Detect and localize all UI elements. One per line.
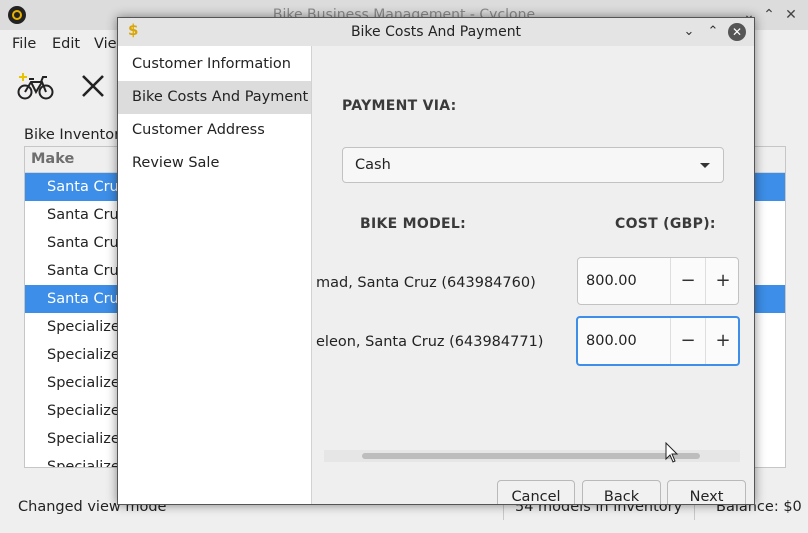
cyclone-app-icon <box>8 6 26 24</box>
cost-header: COST (GBP): <box>615 216 716 232</box>
decrement-icon[interactable]: − <box>671 258 705 304</box>
sale-dialog: Bike Costs And Payment $ ⌄ ⌃ ✕ Customer … <box>117 17 755 505</box>
scrollbar-handle[interactable] <box>362 453 700 459</box>
make-cell: Santa Cruz <box>47 291 127 307</box>
inventory-label: Bike Inventor <box>24 127 121 143</box>
make-cell: Specialized <box>47 459 130 468</box>
next-button[interactable]: Next <box>667 480 746 504</box>
make-cell: Specialized <box>47 431 130 447</box>
wizard-steps: Customer Information Bike Costs And Paym… <box>118 46 312 504</box>
dollar-icon: $ <box>128 21 139 39</box>
column-header-make[interactable]: Make <box>31 147 74 172</box>
make-cell: Specialized <box>47 403 130 419</box>
cost-value[interactable]: 800.00 <box>586 258 637 304</box>
increment-icon[interactable]: + <box>706 318 740 364</box>
make-cell: Santa Cruz <box>47 207 127 223</box>
menu-file[interactable]: File <box>12 30 36 58</box>
make-cell: Santa Cruz <box>47 235 127 251</box>
mouse-cursor-icon <box>665 441 679 468</box>
wizard-page: PAYMENT VIA: Cash BIKE MODEL: COST (GBP)… <box>312 46 754 504</box>
step-customer-address[interactable]: Customer Address <box>118 114 311 147</box>
make-cell: Specialized <box>47 347 130 363</box>
make-cell: Santa Cruz <box>47 263 127 279</box>
back-button[interactable]: Back <box>582 480 661 504</box>
step-customer-information[interactable]: Customer Information <box>118 48 311 81</box>
increment-icon[interactable]: + <box>706 258 740 304</box>
dialog-minimize-icon[interactable]: ⌄ <box>680 23 698 41</box>
make-cell: Specialized <box>47 319 130 335</box>
step-review-sale[interactable]: Review Sale <box>118 147 311 180</box>
dialog-close-icon[interactable]: ✕ <box>728 23 746 41</box>
dialog-title: Bike Costs And Payment <box>350 24 522 40</box>
maximize-icon[interactable]: ⌃ <box>760 6 778 24</box>
step-bike-costs-and-payment[interactable]: Bike Costs And Payment <box>118 81 311 114</box>
make-cell: Santa Cruz <box>47 179 127 195</box>
dialog-maximize-icon[interactable]: ⌃ <box>704 23 722 41</box>
payment-method-select[interactable]: Cash <box>342 147 724 183</box>
cost-value[interactable]: 800.00 <box>586 318 637 364</box>
bike-model-line: eleon, Santa Cruz (643984771) <box>316 334 544 350</box>
bike-model-line: mad, Santa Cruz (643984760) <box>316 275 536 291</box>
close-icon[interactable]: ✕ <box>782 6 800 24</box>
bike-model-header: BIKE MODEL: <box>360 216 467 232</box>
cost-spinbox-focused[interactable]: 800.00 − + <box>576 316 740 366</box>
cost-spinbox[interactable]: 800.00 − + <box>577 257 739 305</box>
payment-method-value: Cash <box>355 157 391 173</box>
add-bike-icon[interactable] <box>17 72 55 106</box>
decrement-icon[interactable]: − <box>671 318 705 364</box>
menu-edit[interactable]: Edit <box>52 30 80 58</box>
menu-view[interactable]: Vie <box>94 30 117 58</box>
delete-x-icon[interactable] <box>80 73 106 103</box>
cancel-button[interactable]: Cancel <box>497 480 575 504</box>
dropdown-arrow-icon <box>700 163 710 168</box>
payment-via-label: PAYMENT VIA: <box>342 98 457 114</box>
make-cell: Specialized <box>47 375 130 391</box>
